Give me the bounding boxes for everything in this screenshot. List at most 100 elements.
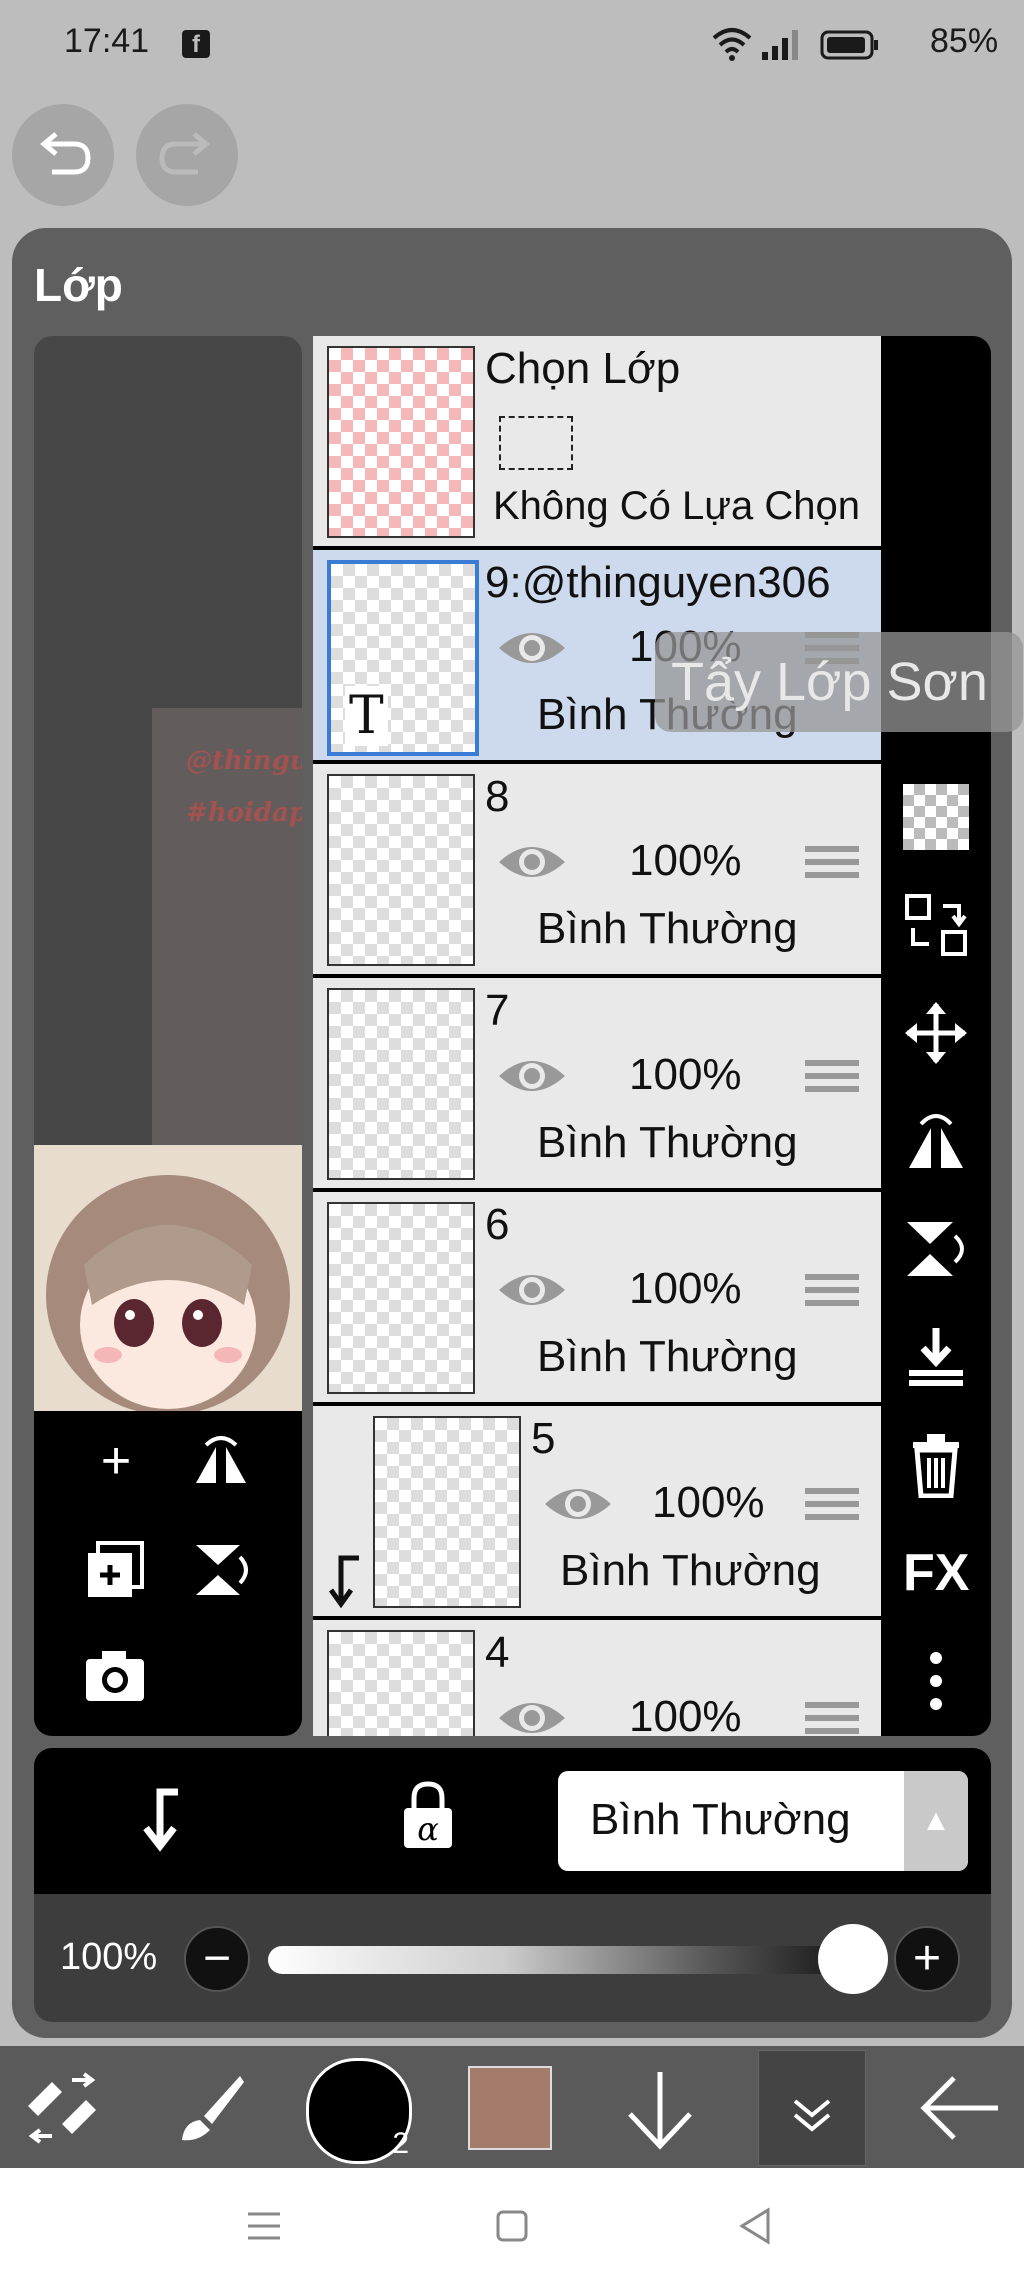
clock: 17:41 [64,22,150,60]
visibility-eye-icon[interactable] [495,840,569,884]
blend-mode-value: Bình Thường [590,1795,851,1844]
duplicate-layer-icon[interactable] [84,1539,146,1601]
layer-name: 6 [485,1200,510,1249]
layer-row[interactable]: 6 100% Bình Thường [313,1192,881,1406]
battery-icon [820,30,878,60]
layer-blend-mode: Bình Thường [560,1546,821,1595]
opacity-slider[interactable] [268,1946,862,1974]
back-nav-icon[interactable] [736,2206,776,2246]
canvas-thumbnail[interactable] [34,1145,302,1411]
layer-blend-mode: Bình Thường [537,904,798,953]
selection-thumbnail [327,346,475,538]
layer-opacity: 100% [629,1264,742,1313]
layer-row[interactable]: 8 100% Bình Thường [313,764,881,978]
layers-list: Chọn Lớp Không Có Lựa Chọn T 9:@thinguyen… [313,336,881,1736]
tooltip: Tẩy Lớp Sơn [655,632,1023,732]
layer-thumbnail [327,774,475,966]
add-layer-icon[interactable]: + [86,1431,146,1491]
fx-button[interactable]: FX [903,1540,969,1606]
status-bar: 17:41 f 85% [0,0,1024,92]
watermark-text: @thingu [186,746,302,776]
swap-layers-icon[interactable] [903,892,969,958]
right-toolbar: FX [881,336,991,1736]
opacity-decrease-button[interactable]: − [184,1926,250,1992]
transform-tool-icon[interactable] [22,2072,102,2144]
opacity-increase-button[interactable]: + [894,1926,960,1992]
recent-apps-icon[interactable] [244,2206,284,2246]
selection-layer-title: Chọn Lớp [485,344,681,393]
layer-thumbnail [373,1416,521,1608]
watermark-text: #hoidap [186,798,302,828]
battery-percent: 85% [930,22,999,60]
visibility-eye-icon[interactable] [495,1054,569,1098]
layer-opacity: 100% [629,1692,742,1736]
facebook-icon: f [182,30,210,58]
drag-handle-icon[interactable] [805,1060,859,1096]
text-layer-icon: T [345,686,388,746]
brush-size-badge: 2 [392,2127,409,2160]
layers-button[interactable] [758,2050,866,2166]
selection-layer-row[interactable]: Chọn Lớp Không Có Lựa Chọn [313,336,881,550]
layer-opacity: 100% [629,836,742,885]
wifi-icon [712,28,752,61]
layer-thumbnail: T [327,560,479,756]
flip-layer-horizontal-icon[interactable] [903,1108,969,1174]
flip-layer-vertical-icon[interactable] [903,1216,969,1282]
delete-layer-icon[interactable] [903,1432,969,1498]
flip-vertical-icon[interactable] [190,1539,252,1601]
undo-button[interactable] [12,104,114,206]
visibility-eye-icon[interactable] [495,1696,569,1736]
svg-text:α: α [417,1810,439,1848]
undo-icon [40,132,91,175]
selection-status: Không Có Lựa Chọn [493,484,861,528]
visibility-eye-icon[interactable] [495,626,569,670]
layer-name: 8 [485,772,510,821]
left-toolbar: + [34,1411,302,1736]
panel-title: Lớp [34,259,123,311]
layer-thumbnail [327,988,475,1180]
home-icon[interactable] [492,2206,532,2246]
layer-row[interactable]: 7 100% Bình Thường [313,978,881,1192]
brush-tool-icon[interactable] [168,2070,248,2150]
layer-thumbnail [327,1630,475,1736]
drag-handle-icon[interactable] [805,1702,859,1736]
redo-icon [159,132,210,175]
selection-marquee-icon [499,416,573,470]
chevron-up-icon: ▲ [904,1771,968,1871]
layer-name: 7 [485,986,510,1035]
blend-mode-select[interactable]: Bình Thường ▲ [558,1771,968,1871]
camera-icon[interactable] [84,1647,146,1703]
visibility-eye-icon[interactable] [495,1268,569,1312]
transparent-background-icon[interactable] [903,784,969,850]
signal-icon [762,30,798,60]
character-artwork [46,1175,290,1411]
secondary-color-swatch[interactable] [468,2066,552,2150]
arrow-down-icon[interactable] [620,2068,700,2152]
move-icon[interactable] [903,1000,969,1066]
alpha-lock-icon[interactable]: α [398,1780,458,1852]
flip-horizontal-icon[interactable] [190,1433,252,1493]
layer-name: 4 [485,1628,510,1677]
layer-opacity: 100% [652,1478,765,1527]
opacity-label: 100% [60,1936,158,1978]
clipping-icon[interactable] [138,1788,202,1852]
back-arrow-icon[interactable] [918,2072,1002,2144]
opacity-slider-handle[interactable] [818,1924,888,1994]
chevron-double-down-icon [793,2099,831,2132]
drag-handle-icon[interactable] [805,1274,859,1310]
drag-handle-icon[interactable] [805,1488,859,1524]
layer-blend-mode: Bình Thường [537,1332,798,1381]
layer-name: 5 [531,1414,556,1463]
visibility-eye-icon[interactable] [541,1482,615,1526]
clipping-arrow-icon [328,1555,359,1609]
layer-name: 9:@thinguyen306 [485,558,831,607]
drag-handle-icon[interactable] [805,846,859,882]
layer-row[interactable]: 5 100% Bình Thường [313,1406,881,1620]
more-options-icon[interactable] [903,1648,969,1714]
layer-row[interactable]: 4100%Bình Thường [313,1620,881,1736]
layer-blend-mode: Bình Thường [537,1118,798,1167]
redo-button[interactable] [136,104,238,206]
primary-color-swatch[interactable]: 2 [306,2058,412,2164]
layer-opacity: 100% [629,1050,742,1099]
merge-down-icon[interactable] [903,1324,969,1390]
